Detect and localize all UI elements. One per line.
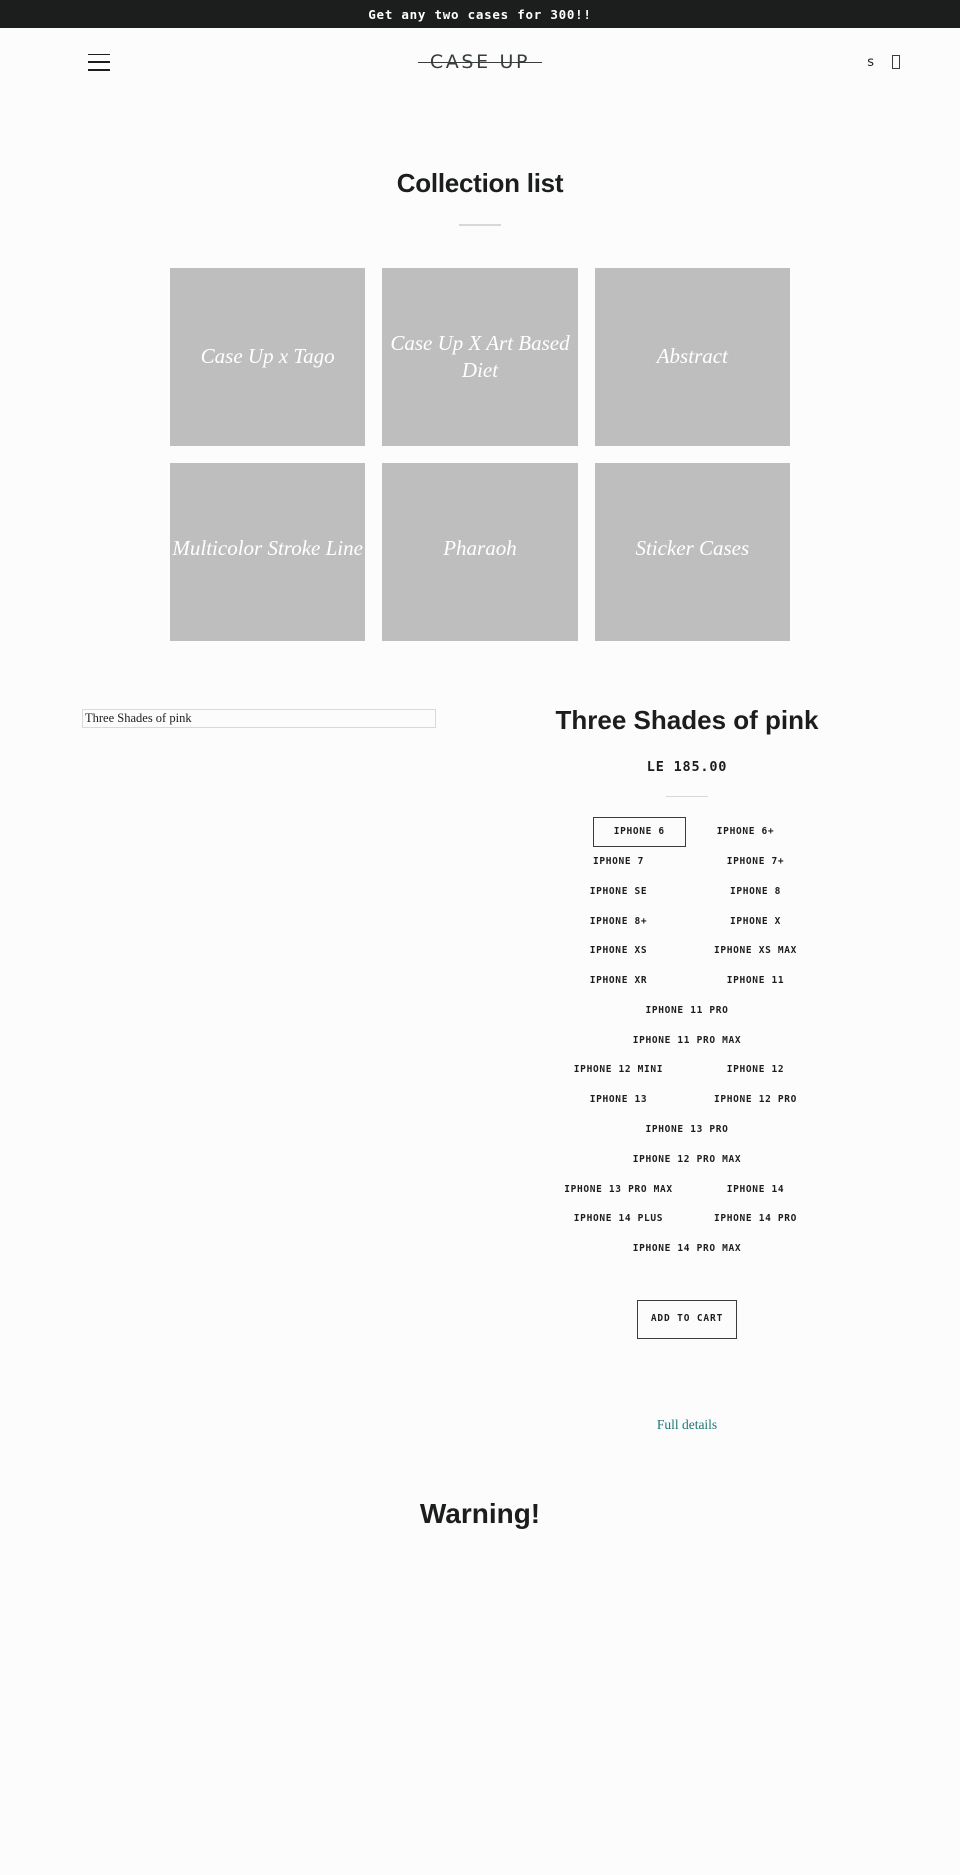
add-to-cart-button[interactable]: ADD TO CART bbox=[637, 1299, 737, 1339]
collection-tile[interactable]: Case Up X Art Based Diet bbox=[382, 267, 578, 446]
variant-option[interactable]: IPHONE 8+ bbox=[550, 907, 687, 937]
header-actions: s bbox=[867, 55, 900, 69]
collection-tile-label: Pharaoh bbox=[443, 535, 517, 560]
variant-option[interactable]: IPHONE 11 bbox=[687, 966, 824, 996]
collection-tile-label: Sticker Cases bbox=[635, 535, 750, 560]
search-icon[interactable]: s bbox=[867, 56, 874, 69]
hamburger-bar bbox=[88, 53, 110, 56]
site-logo[interactable]: CASE UP bbox=[417, 51, 543, 73]
collection-tile[interactable]: Abstract bbox=[594, 267, 790, 446]
variant-option[interactable]: IPHONE 13 bbox=[550, 1085, 687, 1115]
variant-option[interactable]: IPHONE 14 bbox=[687, 1175, 824, 1205]
announcement-bar: Get any two cases for 300!! bbox=[0, 0, 960, 28]
hamburger-bar bbox=[88, 68, 110, 71]
warning-title: Warning! bbox=[419, 1497, 541, 1529]
collection-tile[interactable]: Sticker Cases bbox=[594, 462, 790, 641]
variant-option[interactable]: IPHONE XS MAX bbox=[687, 936, 824, 966]
variant-row: IPHONE 6 IPHONE 6+ bbox=[550, 817, 824, 848]
warning-section: Warning! bbox=[0, 1498, 960, 1542]
collection-tile[interactable]: Multicolor Stroke Line bbox=[170, 462, 366, 641]
variant-option[interactable]: IPHONE 7 bbox=[550, 847, 687, 877]
product-info: Three Shades of pink LE 185.00 IPHONE 6 … bbox=[438, 703, 880, 1434]
page-title: Collection list bbox=[396, 168, 564, 198]
variant-option[interactable]: IPHONE SE bbox=[550, 877, 687, 907]
price-divider bbox=[666, 795, 708, 798]
variant-option[interactable]: IPHONE 6+ bbox=[710, 817, 781, 847]
announcement-text: Get any two cases for 300!! bbox=[368, 6, 592, 22]
variant-option-list: IPHONE 6 IPHONE 6+ IPHONE 7 IPHONE 7+ IP… bbox=[550, 817, 824, 1263]
product-image-placeholder[interactable]: Three Shades of pink bbox=[82, 708, 436, 728]
variant-option[interactable]: IPHONE 7+ bbox=[687, 847, 824, 877]
title-divider bbox=[459, 224, 501, 226]
logo-container: CASE UP bbox=[0, 28, 960, 96]
variant-option[interactable]: IPHONE 13 PRO MAX bbox=[550, 1175, 687, 1205]
variant-option[interactable]: IPHONE 12 PRO MAX bbox=[550, 1145, 824, 1175]
collection-tile-label: Case Up X Art Based Diet bbox=[390, 331, 570, 382]
variant-option[interactable]: IPHONE X bbox=[687, 907, 824, 937]
variant-option[interactable]: IPHONE 14 PLUS bbox=[550, 1204, 687, 1234]
variant-option[interactable]: IPHONE 11 PRO bbox=[550, 996, 824, 1026]
variant-option[interactable]: IPHONE 12 bbox=[687, 1055, 824, 1085]
variant-option-selected[interactable]: IPHONE 6 bbox=[592, 817, 686, 848]
collection-tile[interactable]: Pharaoh bbox=[382, 462, 578, 641]
variant-option[interactable]: IPHONE 11 PRO MAX bbox=[550, 1026, 824, 1056]
variant-option[interactable]: IPHONE 14 PRO bbox=[687, 1204, 824, 1234]
variant-option[interactable]: IPHONE 13 PRO bbox=[550, 1115, 824, 1145]
variant-option[interactable]: IPHONE 12 PRO bbox=[687, 1085, 824, 1115]
variant-option[interactable]: IPHONE XR bbox=[550, 966, 687, 996]
featured-product-section: Three Shades of pink Three Shades of pin… bbox=[80, 703, 880, 1434]
variant-option[interactable]: IPHONE 14 PRO MAX bbox=[550, 1234, 824, 1264]
collection-tile[interactable]: Case Up x Tago bbox=[170, 267, 366, 446]
variant-option[interactable]: IPHONE 12 MINI bbox=[550, 1055, 687, 1085]
hamburger-menu-icon[interactable] bbox=[88, 53, 110, 71]
product-image-alt-text: Three Shades of pink bbox=[85, 710, 192, 725]
product-price: LE 185.00 bbox=[646, 758, 728, 775]
add-to-cart-container: ADD TO CART bbox=[494, 1299, 880, 1339]
site-header: CASE UP s bbox=[0, 28, 960, 96]
collection-tile-label: Multicolor Stroke Line bbox=[172, 535, 363, 560]
cart-icon[interactable] bbox=[892, 55, 900, 69]
hamburger-bar bbox=[88, 61, 110, 63]
product-title: Three Shades of pink bbox=[555, 704, 819, 735]
product-media: Three Shades of pink bbox=[82, 703, 438, 728]
collection-tile-grid: Case Up x Tago Case Up X Art Based Diet … bbox=[170, 267, 790, 641]
collection-tile-label: Abstract bbox=[656, 344, 728, 369]
full-details-link[interactable]: Full details bbox=[657, 1417, 717, 1433]
collection-tile-label: Case Up x Tago bbox=[200, 344, 335, 369]
variant-option[interactable]: IPHONE XS bbox=[550, 936, 687, 966]
variant-option[interactable]: IPHONE 8 bbox=[687, 877, 824, 907]
collection-list-section: Collection list Case Up x Tago Case Up X… bbox=[0, 96, 960, 641]
